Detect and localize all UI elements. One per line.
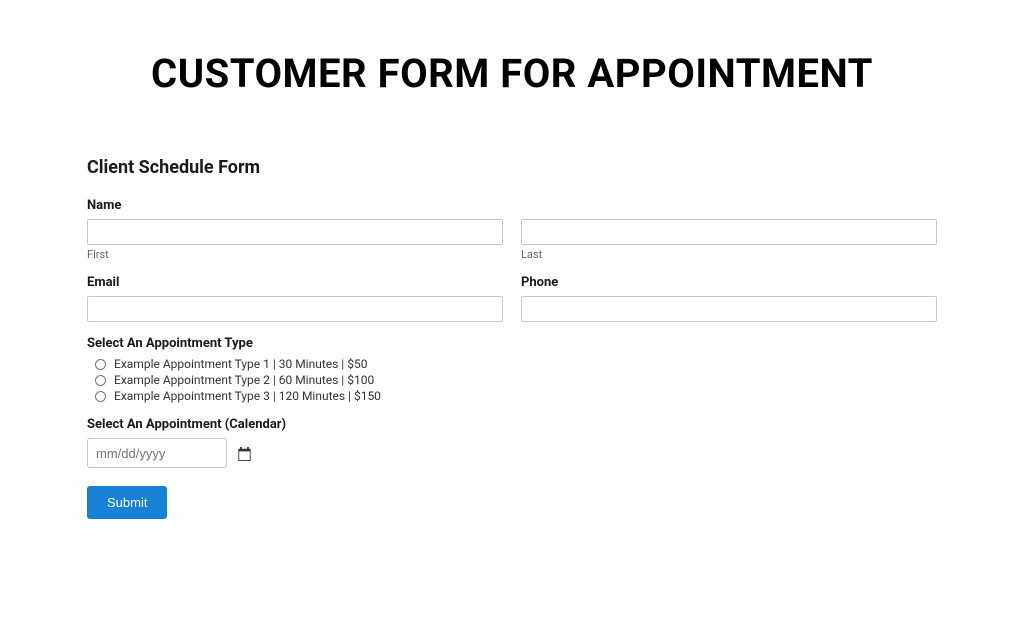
appointment-radio-3[interactable] [95,391,106,402]
first-name-input[interactable] [87,219,503,245]
form-heading: Client Schedule Form [87,157,937,178]
phone-label: Phone [521,275,937,290]
appointment-option-3-label: Example Appointment Type 3 | 120 Minutes… [114,389,381,403]
appointment-option-2-label: Example Appointment Type 2 | 60 Minutes … [114,373,374,387]
email-label: Email [87,275,503,290]
calendar-icon[interactable] [237,446,252,460]
appointment-radio-2[interactable] [95,375,106,386]
email-input[interactable] [87,296,503,322]
phone-input[interactable] [521,296,937,322]
appointment-radio-1[interactable] [95,359,106,370]
page-title: CUSTOMER FORM FOR APPOINTMENT [0,50,1024,97]
date-input[interactable] [87,438,227,468]
submit-button[interactable]: Submit [87,486,167,519]
form-container: Client Schedule Form Name First Last Ema… [87,157,937,519]
name-label: Name [87,198,937,213]
first-sublabel: First [87,248,503,261]
last-sublabel: Last [521,248,937,261]
last-name-input[interactable] [521,219,937,245]
calendar-label: Select An Appointment (Calendar) [87,417,937,432]
appointment-option-1[interactable]: Example Appointment Type 1 | 30 Minutes … [87,357,937,371]
appointment-option-2[interactable]: Example Appointment Type 2 | 60 Minutes … [87,373,937,387]
appointment-type-label: Select An Appointment Type [87,336,937,351]
appointment-type-group: Example Appointment Type 1 | 30 Minutes … [87,357,937,403]
appointment-option-3[interactable]: Example Appointment Type 3 | 120 Minutes… [87,389,937,403]
appointment-option-1-label: Example Appointment Type 1 | 30 Minutes … [114,357,367,371]
